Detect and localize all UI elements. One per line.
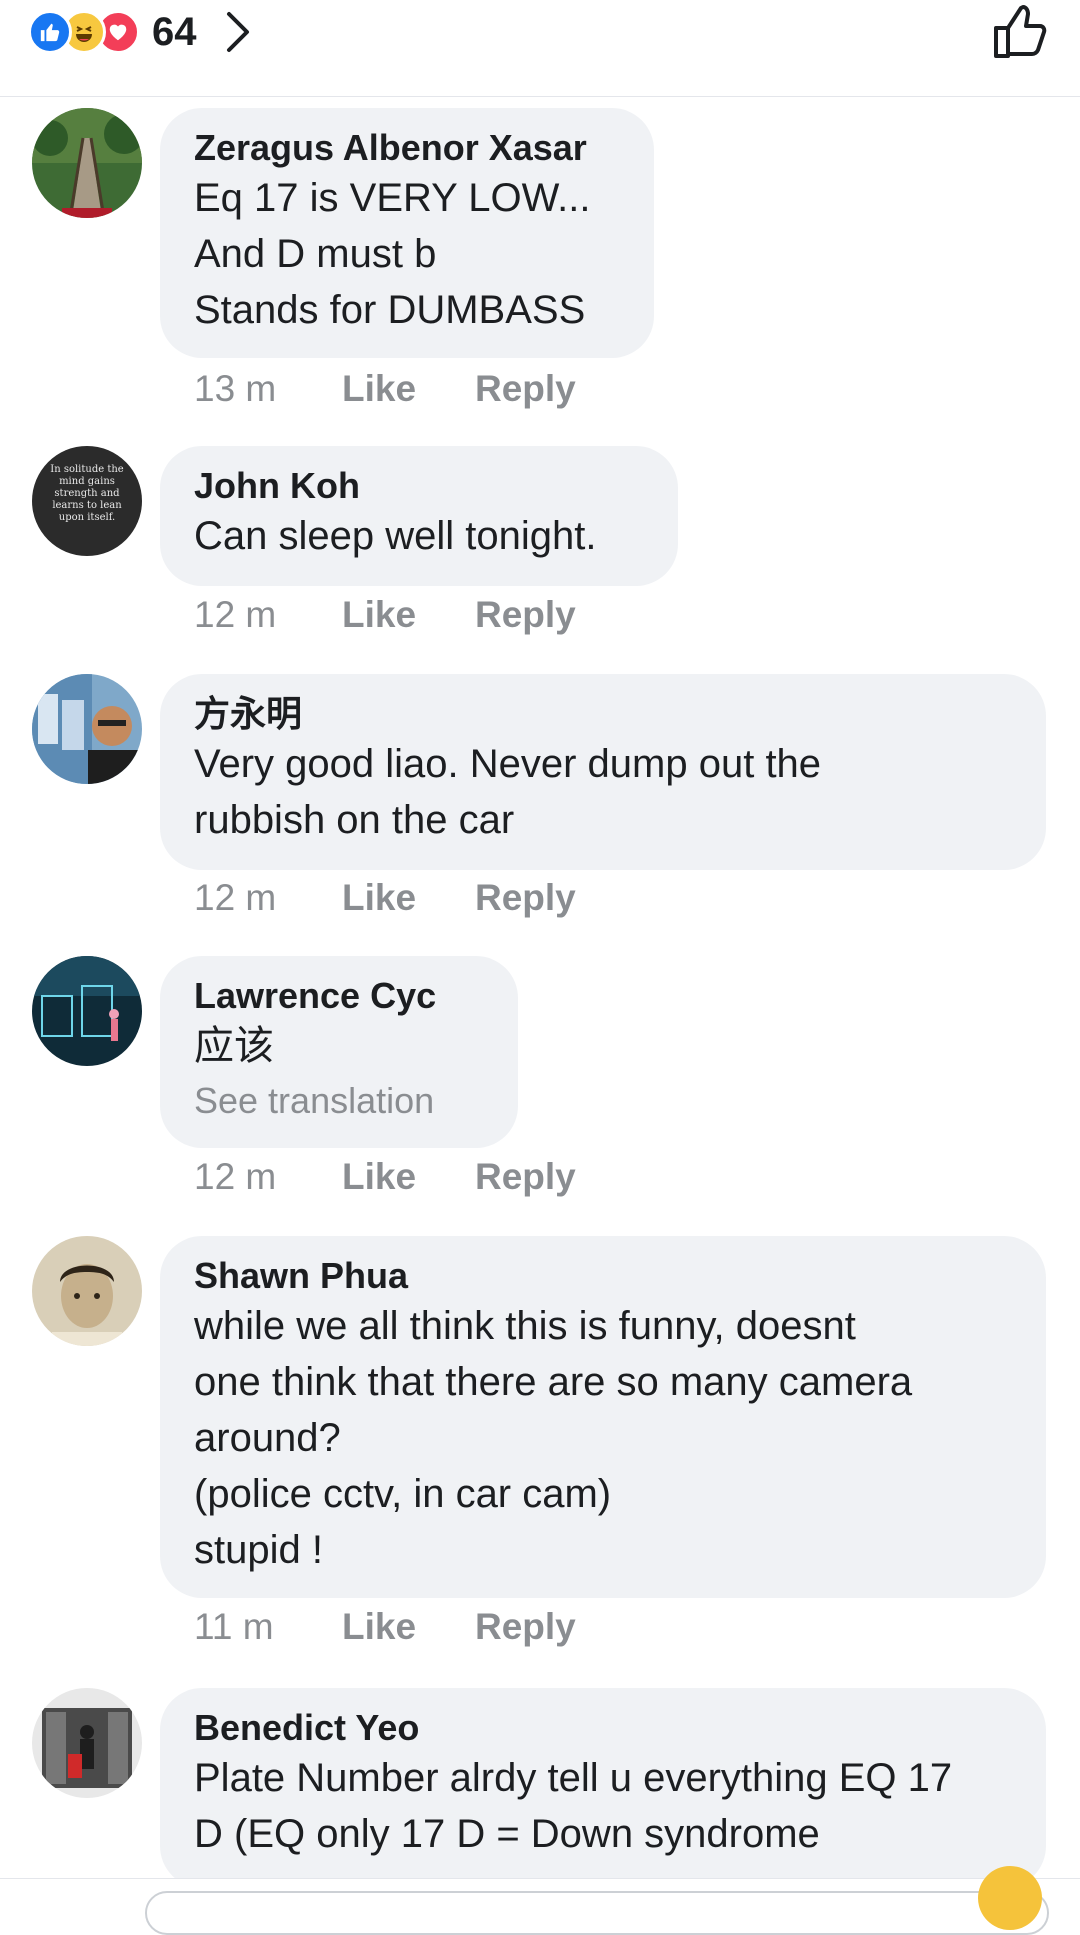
svg-text:In solitude the: In solitude the bbox=[50, 464, 124, 475]
comment-actions: 13 m Like Reply bbox=[194, 364, 576, 414]
comment-actions: 12 m Like Reply bbox=[194, 590, 576, 640]
avatar[interactable] bbox=[32, 956, 142, 1066]
comment-text-line: Eq 17 is VERY LOW... bbox=[194, 176, 591, 220]
comment-text-line: Stands for DUMBASS bbox=[194, 288, 586, 332]
avatar[interactable] bbox=[32, 108, 142, 218]
comment-text: Very good liao. Never dump out the rubbi… bbox=[194, 736, 1012, 848]
comment-text: 应该 bbox=[194, 1018, 484, 1074]
comment-reply-button[interactable]: Reply bbox=[475, 1156, 576, 1198]
comment-reply-button[interactable]: Reply bbox=[475, 594, 576, 636]
comment-text-line: (police cctv, in car cam) bbox=[194, 1472, 612, 1516]
comment-reply-button[interactable]: Reply bbox=[475, 368, 576, 410]
svg-text:strength and: strength and bbox=[54, 488, 120, 499]
comment-author[interactable]: Zeragus Albenor Xasar bbox=[194, 126, 620, 170]
floating-reaction-icon[interactable] bbox=[978, 1866, 1042, 1930]
write-comment-input[interactable] bbox=[145, 1891, 1049, 1935]
comment-text: Can sleep well tonight. bbox=[194, 508, 644, 564]
comment-like-button[interactable]: Like bbox=[342, 368, 475, 410]
comment-timestamp: 12 m bbox=[194, 877, 277, 918]
svg-text:learns to lean: learns to lean bbox=[52, 500, 122, 511]
comment-text-line: while we all think this is funny, doesnt bbox=[194, 1304, 856, 1348]
comment-timestamp: 12 m bbox=[194, 1156, 277, 1197]
comment-reply-button[interactable]: Reply bbox=[475, 1606, 576, 1648]
comment-text: Plate Number alrdy tell u everything EQ … bbox=[194, 1750, 1012, 1862]
comment-text-line: stupid ! bbox=[194, 1528, 323, 1572]
comment-author[interactable]: Lawrence Cyc bbox=[194, 974, 484, 1018]
comment-composer bbox=[0, 1878, 1080, 1935]
comment-bubble: John Koh Can sleep well tonight. bbox=[160, 446, 678, 586]
comment-author[interactable]: Benedict Yeo bbox=[194, 1706, 1012, 1750]
comment-text-line: Very good liao. Never dump out the bbox=[194, 742, 822, 786]
comment-like-button[interactable]: Like bbox=[342, 1606, 475, 1648]
reactions-bar: 64 bbox=[0, 0, 1080, 97]
comment-text-line: Can sleep well tonight. bbox=[194, 514, 597, 558]
comment-bubble: Lawrence Cyc 应该 See translation bbox=[160, 956, 518, 1148]
comment-bubble: Shawn Phua while we all think this is fu… bbox=[160, 1236, 1046, 1598]
avatar[interactable] bbox=[32, 1236, 142, 1346]
comment-timestamp: 13 m bbox=[194, 368, 277, 409]
like-button-icon[interactable] bbox=[990, 2, 1050, 62]
see-translation-link[interactable]: See translation bbox=[194, 1074, 484, 1128]
comment-text: Eq 17 is VERY LOW... And D must b Stands… bbox=[194, 170, 620, 338]
comment-actions: 11 m Like Reply bbox=[194, 1602, 576, 1652]
avatar[interactable]: In solitude the mind gains strength and … bbox=[32, 446, 142, 556]
comment-like-button[interactable]: Like bbox=[342, 877, 475, 919]
comment-text-line: D (EQ only 17 D = Down syndrome bbox=[194, 1812, 820, 1856]
comment-author[interactable]: Shawn Phua bbox=[194, 1254, 1012, 1298]
comment-like-button[interactable]: Like bbox=[342, 1156, 475, 1198]
comment-author[interactable]: 方永明 bbox=[194, 692, 1012, 736]
comment-author[interactable]: John Koh bbox=[194, 464, 644, 508]
chevron-right-icon bbox=[225, 10, 253, 54]
avatar[interactable] bbox=[32, 1688, 142, 1798]
comment-text-line: 应该 bbox=[194, 1024, 274, 1068]
comment-text-line: And D must b bbox=[194, 232, 437, 276]
comment-timestamp: 11 m bbox=[194, 1606, 274, 1647]
comment-actions: 12 m Like Reply bbox=[194, 873, 576, 923]
like-reaction-icon bbox=[28, 10, 72, 54]
comment-text-line: Plate Number alrdy tell u everything EQ … bbox=[194, 1756, 953, 1800]
reactions-summary[interactable]: 64 bbox=[28, 8, 253, 56]
comment-reply-button[interactable]: Reply bbox=[475, 877, 576, 919]
comment-like-button[interactable]: Like bbox=[342, 594, 475, 636]
comment-bubble: Benedict Yeo Plate Number alrdy tell u e… bbox=[160, 1688, 1046, 1888]
svg-text:upon itself.: upon itself. bbox=[59, 512, 115, 523]
comment-text: while we all think this is funny, doesnt… bbox=[194, 1298, 1012, 1578]
comment-actions: 12 m Like Reply bbox=[194, 1152, 576, 1202]
comment-text-line: rubbish on the car bbox=[194, 798, 515, 842]
avatar[interactable] bbox=[32, 674, 142, 784]
comment-bubble: 方永明 Very good liao. Never dump out the r… bbox=[160, 674, 1046, 870]
comment-text-line: one think that there are so many camera bbox=[194, 1360, 913, 1404]
comment-text-line: around? bbox=[194, 1416, 341, 1460]
reaction-count: 64 bbox=[152, 9, 197, 54]
svg-text:mind gains: mind gains bbox=[59, 476, 115, 487]
comment-timestamp: 12 m bbox=[194, 594, 277, 635]
comment-bubble: Zeragus Albenor Xasar Eq 17 is VERY LOW.… bbox=[160, 108, 654, 358]
